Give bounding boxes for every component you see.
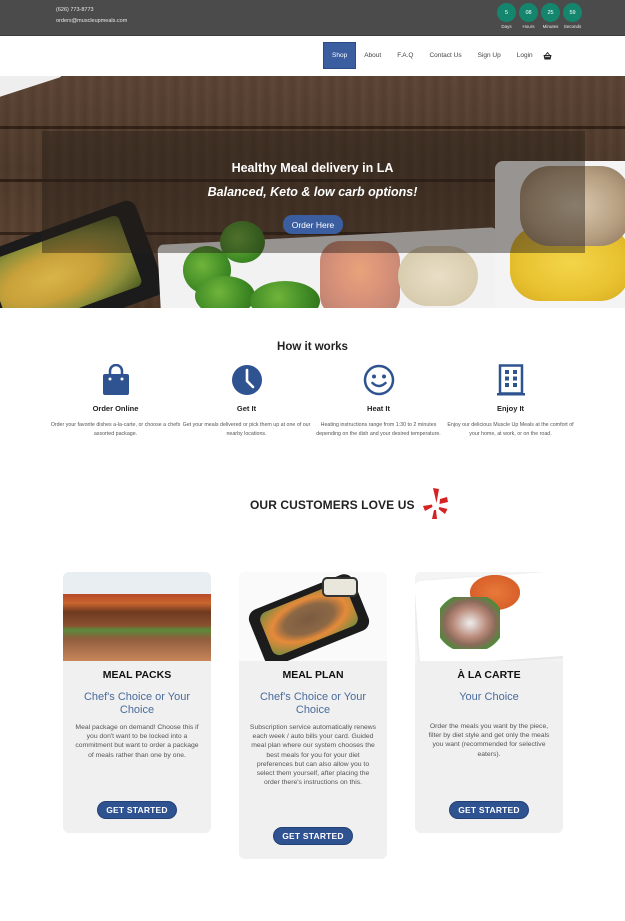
card-description: Order the meals you want by the piece, f…: [428, 723, 550, 758]
countdown-value: 25: [541, 3, 560, 22]
card-title: MEAL PACKS: [102, 669, 172, 681]
meal-packs-photo: [63, 572, 211, 661]
step-description: Enjoy our delicious Muscle Up Meals at t…: [447, 422, 574, 437]
nav-contact-us[interactable]: Contact Us: [421, 42, 469, 69]
yelp-icon[interactable]: [420, 487, 450, 523]
countdown-value: 08: [519, 3, 538, 22]
email-address[interactable]: orders@muscleupmeals.com: [56, 16, 127, 27]
step-order-online: Order Online Order your favorite dishes …: [48, 362, 183, 438]
nav-sign-up[interactable]: Sign Up: [470, 42, 509, 69]
card-meal-plan: MEAL PLAN Chef's Choice or Your Choice S…: [239, 572, 387, 859]
get-started-button[interactable]: GET STARTED: [449, 801, 529, 819]
basket-icon[interactable]: [543, 51, 553, 61]
countdown-label: Hours: [522, 24, 535, 29]
card-title: MEAL PLAN: [282, 669, 344, 681]
step-title: Get It: [236, 404, 257, 413]
countdown-days: 5 Days: [497, 3, 516, 29]
card-title: À LA CARTE: [457, 669, 521, 681]
step-title: Order Online: [92, 404, 139, 413]
step-description: Order your favorite dishes a-la-carte, o…: [50, 422, 181, 437]
order-here-button[interactable]: Order Here: [283, 215, 343, 234]
card-a-la-carte: À LA CARTE Your Choice Order the meals y…: [415, 572, 563, 833]
step-title: Heat It: [367, 404, 390, 413]
nav-login[interactable]: Login: [509, 42, 541, 69]
nav-about[interactable]: About: [356, 42, 389, 69]
hero-banner: Healthy Meal delivery in LA Balanced, Ke…: [0, 76, 625, 308]
main-nav: Shop About F.A.Q Contact Us Sign Up Logi…: [0, 36, 625, 76]
building-icon: [443, 362, 578, 398]
hero-photo-broccoli: [195, 276, 255, 308]
top-bar: (626) 773-8773 orders@muscleupmeals.com …: [0, 0, 625, 36]
card-subtitle: Chef's Choice or Your Choice: [83, 691, 191, 716]
a-la-carte-photo: [415, 572, 563, 661]
clock-icon: [179, 362, 314, 398]
step-description: Heating instructions range from 1:30 to …: [316, 422, 441, 437]
how-it-works-heading: How it works: [277, 341, 348, 353]
countdown-timer: 5 Days 08 Hours 25 Minutes 59 Seconds: [497, 3, 582, 29]
countdown-label: Seconds: [563, 24, 582, 29]
get-started-button[interactable]: GET STARTED: [97, 801, 177, 819]
phone-number[interactable]: (626) 773-8773: [56, 5, 127, 16]
step-title: Enjoy It: [496, 404, 525, 413]
countdown-seconds: 59 Seconds: [563, 3, 582, 29]
step-heat-it: Heat It Heating instructions range from …: [311, 362, 446, 438]
countdown-label: Days: [501, 24, 512, 29]
countdown-label: Minutes: [542, 24, 559, 29]
card-subtitle: Your Choice: [459, 691, 519, 703]
customers-love-us: OUR CUSTOMERS LOVE US: [250, 487, 450, 523]
customers-heading: OUR CUSTOMERS LOVE US: [250, 498, 415, 512]
step-enjoy-it: Enjoy It Enjoy our delicious Muscle Up M…: [443, 362, 578, 438]
get-started-button[interactable]: GET STARTED: [273, 827, 353, 845]
card-description: Subscription service automatically renew…: [249, 724, 377, 787]
countdown-minutes: 25 Minutes: [541, 3, 560, 29]
nav-shop[interactable]: Shop: [323, 42, 357, 69]
card-meal-packs: MEAL PACKS Chef's Choice or Your Choice …: [63, 572, 211, 833]
card-subtitle: Chef's Choice or Your Choice: [259, 691, 367, 716]
hero-subtitle: Balanced, Keto & low carb options!: [207, 185, 418, 199]
hero-photo-quinoa: [398, 246, 478, 306]
hero-title: Healthy Meal delivery in LA: [231, 161, 394, 175]
countdown-value: 59: [563, 3, 582, 22]
step-description: Get your meals delivered or pick them up…: [182, 422, 311, 437]
hero-photo-plate: [0, 76, 64, 105]
smiley-icon: [311, 362, 446, 398]
countdown-value: 5: [497, 3, 516, 22]
contact-info: (626) 773-8773 orders@muscleupmeals.com: [56, 5, 127, 27]
meal-plan-photo: [239, 572, 387, 661]
nav-faq[interactable]: F.A.Q: [389, 42, 421, 69]
countdown-hours: 08 Hours: [519, 3, 538, 29]
shopping-bag-icon: [48, 362, 183, 398]
step-get-it: Get It Get your meals delivered or pick …: [179, 362, 314, 438]
card-description: Meal package on demand! Choose this if y…: [75, 724, 199, 759]
